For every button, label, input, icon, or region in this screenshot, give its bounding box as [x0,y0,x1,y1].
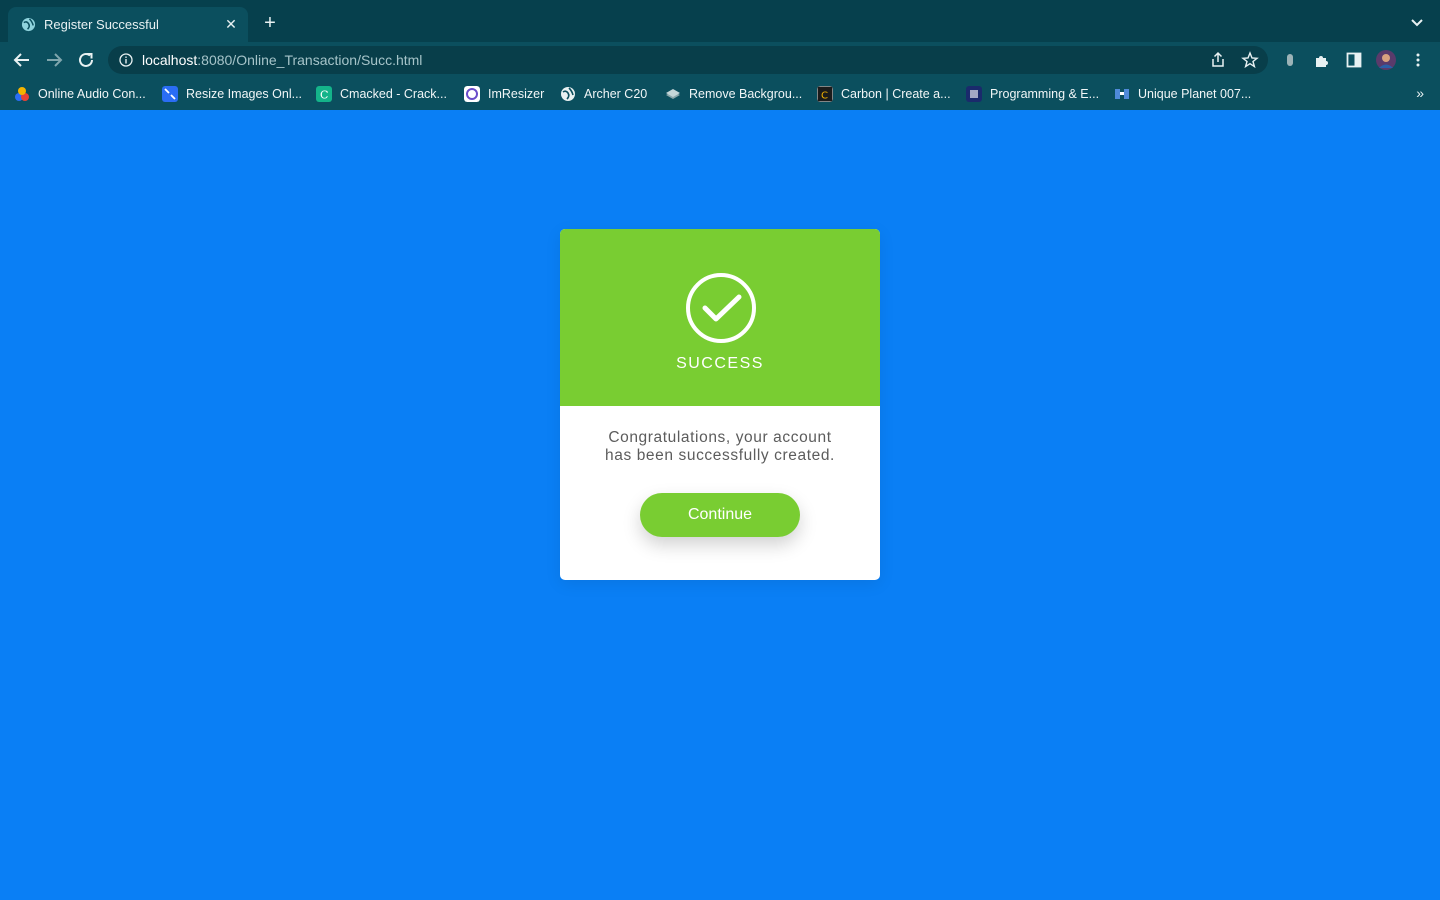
star-icon[interactable] [1241,51,1259,69]
bookmark-item[interactable]: ImResizer [464,85,544,103]
avatar[interactable] [1375,49,1397,71]
globe-icon [561,87,575,101]
bookmark-item[interactable]: Unique Planet 007... [1114,85,1251,103]
share-icon[interactable] [1209,51,1227,69]
menu-icon[interactable] [1409,51,1427,69]
forward-arrow-icon[interactable] [43,49,65,71]
extension-icon[interactable] [1281,51,1299,69]
checkmark-circle-icon [686,273,756,343]
url-text[interactable]: localhost:8080/Online_Transaction/Succ.h… [142,52,422,68]
success-title: SUCCESS [676,355,764,372]
tab-strip: Register Successful ✕ + [0,0,1440,42]
success-card: SUCCESS Congratulations, your account ha… [560,229,880,580]
back-arrow-icon[interactable] [11,49,33,71]
browser-toolbar: localhost:8080/Online_Transaction/Succ.h… [0,42,1440,78]
side-panel-icon[interactable] [1345,51,1363,69]
cmacked-icon: C [316,86,332,102]
address-bar[interactable]: localhost:8080/Online_Transaction/Succ.h… [108,46,1268,74]
bookmark-item[interactable]: Programming & E... [966,85,1099,103]
url-path: :8080/Online_Transaction/Succ.html [197,52,423,68]
reload-icon[interactable] [75,49,97,71]
bookmarks-bar: Online Audio Con... Resize Images Onl...… [0,78,1440,110]
unique-planet-icon [1115,89,1129,99]
bookmark-item[interactable]: Resize Images Onl... [162,85,302,103]
browser-chrome: Register Successful ✕ + localhost:8080/O… [0,0,1440,110]
remove-bg-icon [666,89,680,99]
success-message-line: Congratulations, your account [608,429,832,446]
tab-title: Register Successful [44,17,159,32]
browser-tab[interactable]: Register Successful ✕ [8,7,248,42]
bookmark-item[interactable]: C Carbon | Create a... [817,85,951,103]
globe-icon [21,17,36,32]
programming-icon [966,86,982,102]
svg-text:C: C [821,91,828,102]
bookmark-item[interactable]: C Cmacked - Crack... [316,85,447,103]
info-icon[interactable] [119,53,133,67]
puzzle-icon[interactable] [1313,51,1331,69]
audio-converter-icon [15,87,29,101]
more-bookmarks-icon[interactable]: » [1416,85,1424,101]
success-message-line: has been successfully created. [605,447,835,464]
new-tab-icon[interactable]: + [260,13,280,33]
bookmark-item[interactable]: Remove Backgrou... [665,85,802,103]
success-message: Congratulations, your account has been s… [580,429,860,465]
bookmark-item[interactable]: Online Audio Con... [14,85,146,103]
chevron-down-icon[interactable] [1408,14,1426,32]
imresizer-icon [464,86,480,102]
carbon-icon: C [817,86,833,102]
resize-images-icon [162,86,178,102]
svg-text:C: C [320,89,328,102]
success-header: SUCCESS [560,229,880,406]
close-tab-icon[interactable]: ✕ [222,15,240,33]
continue-button[interactable]: Continue [640,493,800,537]
url-host: localhost [142,52,198,68]
bookmark-item[interactable]: Archer C20 [560,85,647,103]
